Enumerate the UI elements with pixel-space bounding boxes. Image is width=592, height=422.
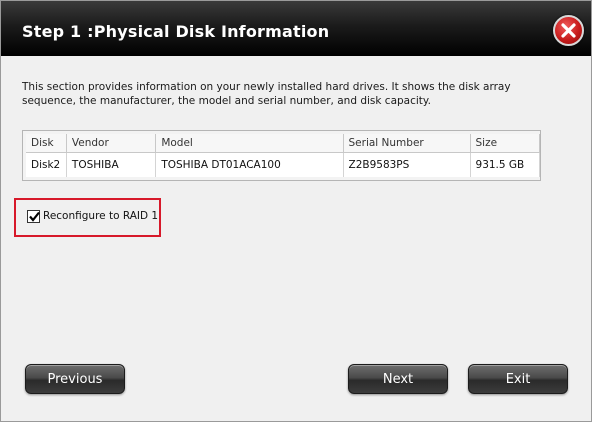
column-header-serial-number[interactable]: Serial Number	[343, 134, 471, 153]
disk-table-container: Disk Vendor Model Serial Number Size Dis…	[22, 130, 541, 181]
dialog-titlebar: Step 1 :Physical Disk Information	[1, 1, 591, 56]
reconfigure-raid-label[interactable]: Reconfigure to RAID 1	[43, 210, 158, 222]
previous-button[interactable]: Previous	[25, 364, 125, 394]
dialog-description: This section provides information on you…	[22, 81, 511, 107]
table-row[interactable]: Disk2 TOSHIBA TOSHIBA DT01ACA100 Z2B9583…	[26, 152, 541, 177]
column-header-model[interactable]: Model	[155, 134, 344, 153]
reconfigure-raid-checkbox[interactable]	[27, 210, 40, 223]
next-button[interactable]: Next	[348, 364, 448, 394]
table-header-row: Disk Vendor Model Serial Number Size	[26, 134, 541, 153]
close-icon	[561, 23, 576, 38]
physical-disk-dialog: Step 1 :Physical Disk Information This s…	[0, 0, 592, 422]
reconfigure-highlight-box: Reconfigure to RAID 1	[14, 198, 161, 237]
checkmark-icon	[29, 211, 40, 222]
column-header-disk[interactable]: Disk	[26, 134, 67, 153]
exit-button[interactable]: Exit	[468, 364, 568, 394]
cell-model: TOSHIBA DT01ACA100	[155, 152, 344, 177]
column-header-vendor[interactable]: Vendor	[66, 134, 157, 153]
cell-serial-number: Z2B9583PS	[343, 152, 471, 177]
disk-table: Disk Vendor Model Serial Number Size Dis…	[26, 134, 541, 177]
cell-size: 931.5 GB	[470, 152, 541, 177]
cell-disk: Disk2	[26, 152, 67, 177]
close-button[interactable]	[553, 15, 584, 46]
dialog-title: Step 1 :Physical Disk Information	[22, 22, 330, 41]
cell-vendor: TOSHIBA	[66, 152, 157, 177]
column-header-size[interactable]: Size	[470, 134, 541, 153]
